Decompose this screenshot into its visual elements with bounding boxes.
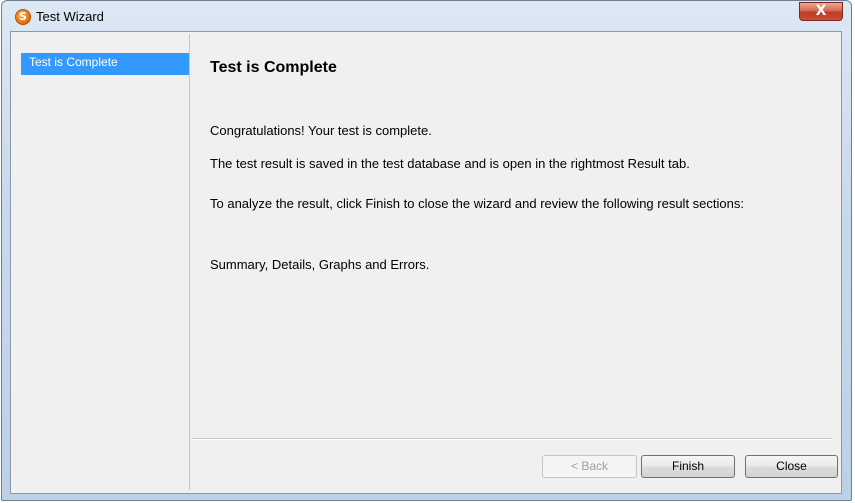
finish-button[interactable]: Finish bbox=[641, 455, 735, 478]
analyze-instructions-text: To analyze the result, click Finish to c… bbox=[210, 196, 744, 211]
result-saved-text: The test result is saved in the test dat… bbox=[210, 156, 690, 171]
result-sections-text: Summary, Details, Graphs and Errors. bbox=[210, 257, 430, 272]
button-bar-divider bbox=[192, 438, 833, 440]
window-close-button[interactable]: X bbox=[799, 2, 843, 21]
steps-panel: Test is Complete bbox=[12, 34, 190, 490]
app-logo-icon: S bbox=[15, 9, 31, 25]
wizard-window: S Test Wizard X Test is Complete Test is… bbox=[1, 0, 852, 501]
wizard-page-content: Test is Complete Congratulations! Your t… bbox=[192, 32, 841, 436]
close-button[interactable]: Close bbox=[745, 455, 838, 478]
back-button[interactable]: < Back bbox=[542, 455, 637, 478]
step-item-test-is-complete[interactable]: Test is Complete bbox=[21, 53, 189, 75]
wizard-client-area: Test is Complete Test is Complete Congra… bbox=[10, 31, 842, 494]
congratulations-text: Congratulations! Your test is complete. bbox=[210, 123, 432, 138]
window-title: Test Wizard bbox=[36, 9, 104, 24]
page-title: Test is Complete bbox=[210, 59, 337, 76]
title-bar[interactable]: S Test Wizard X bbox=[2, 1, 851, 31]
